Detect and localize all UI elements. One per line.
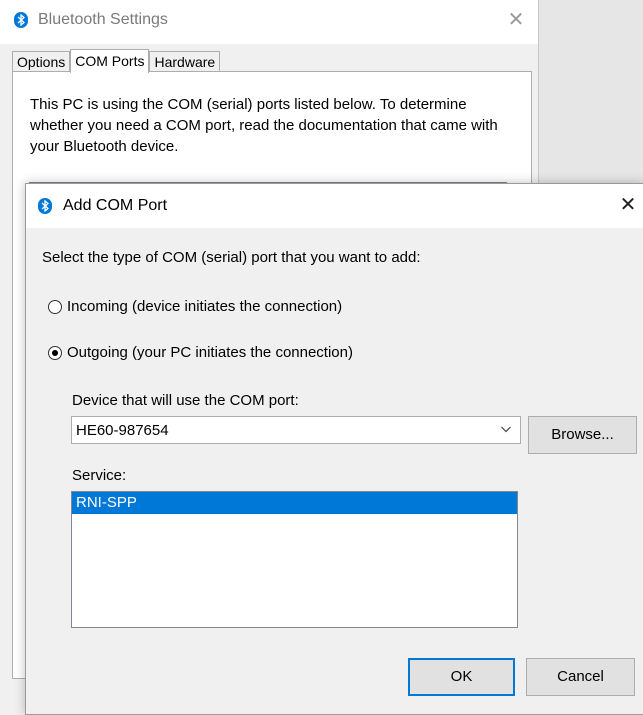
device-select[interactable]: HE60-987654 xyxy=(71,416,521,444)
tab-hardware[interactable]: Hardware xyxy=(149,51,221,73)
service-list[interactable]: RNI-SPP xyxy=(71,491,518,628)
browse-button[interactable]: Browse... xyxy=(528,416,637,454)
outgoing-option[interactable]: Outgoing (your PC initiates the connecti… xyxy=(48,344,353,361)
ok-button[interactable]: OK xyxy=(408,658,515,696)
tab-options[interactable]: Options xyxy=(12,51,71,73)
dialog-title: Add COM Port xyxy=(63,197,168,214)
cancel-button[interactable]: Cancel xyxy=(526,658,635,696)
port-type-prompt: Select the type of COM (serial) port tha… xyxy=(42,249,421,266)
close-icon[interactable]: ✕ xyxy=(616,193,640,217)
device-label: Device that will use the COM port: xyxy=(72,392,299,409)
bluetooth-icon xyxy=(14,12,28,28)
add-com-port-dialog: Add COM Port ✕ Select the type of COM (s… xyxy=(25,183,643,715)
device-value: HE60-987654 xyxy=(76,422,169,439)
incoming-label: Incoming (device initiates the connectio… xyxy=(67,298,343,315)
bluetooth-icon xyxy=(38,198,52,214)
outgoing-label: Outgoing (your PC initiates the connecti… xyxy=(67,344,353,361)
outgoing-radio[interactable] xyxy=(48,345,62,360)
tab-bar: Options COM Ports Hardware xyxy=(12,49,221,73)
chevron-down-icon xyxy=(501,426,511,433)
service-label: Service: xyxy=(72,467,127,484)
add-com-port-titlebar: Add COM Port ✕ xyxy=(26,184,643,228)
window-title: Bluetooth Settings xyxy=(38,11,168,28)
close-icon[interactable]: ✕ xyxy=(504,8,528,32)
com-ports-description: This PC is using the COM (serial) ports … xyxy=(30,96,498,155)
list-item[interactable]: RNI-SPP xyxy=(72,492,517,514)
tab-com-ports[interactable]: COM Ports xyxy=(70,49,150,73)
incoming-option[interactable]: Incoming (device initiates the connectio… xyxy=(48,298,342,315)
bluetooth-settings-titlebar: Bluetooth Settings ✕ xyxy=(0,0,538,44)
incoming-radio[interactable] xyxy=(48,299,62,314)
